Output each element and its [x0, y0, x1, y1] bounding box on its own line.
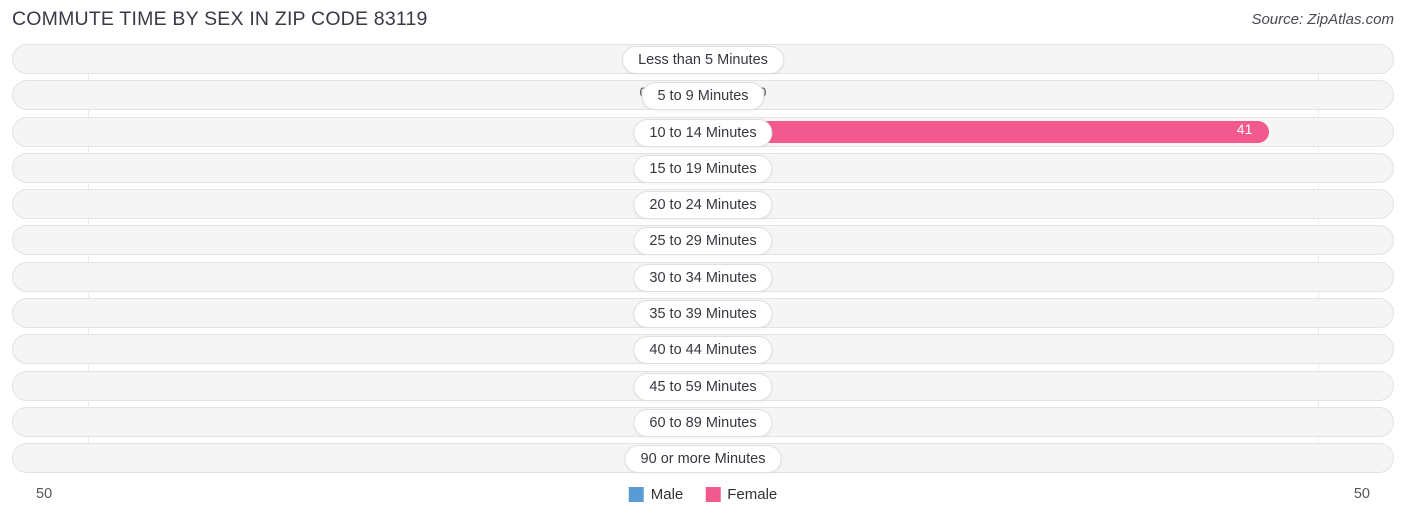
category-label: 5 to 9 Minutes — [641, 82, 765, 111]
bar-wrap: 0060 to 89 Minutes — [13, 408, 1393, 437]
bar-row[interactable]: 0035 to 39 Minutes — [12, 298, 1394, 329]
bar-row[interactable]: 0040 to 44 Minutes — [12, 334, 1394, 365]
bar-row[interactable]: 005 to 9 Minutes — [12, 80, 1394, 111]
bar-row[interactable]: 0020 to 24 Minutes — [12, 189, 1394, 220]
chart-plot-area: 00Less than 5 Minutes005 to 9 Minutes041… — [0, 44, 1406, 478]
bar-rows: 00Less than 5 Minutes005 to 9 Minutes041… — [0, 44, 1406, 480]
axis-tick-left: 50 — [36, 486, 53, 502]
value-label-female: 41 — [1236, 120, 1253, 137]
bar-wrap: 0030 to 34 Minutes — [13, 263, 1393, 292]
source-attribution: Source: ZipAtlas.com — [1251, 11, 1394, 28]
category-label: 10 to 14 Minutes — [633, 118, 773, 147]
axis-tick-right: 50 — [1353, 486, 1370, 502]
bar-wrap: 005 to 9 Minutes — [13, 81, 1393, 111]
bar-row[interactable]: 0060 to 89 Minutes — [12, 406, 1394, 437]
bar-row[interactable]: 0015 to 19 Minutes — [12, 152, 1394, 183]
bar-wrap: 0040 to 44 Minutes — [13, 335, 1393, 365]
legend-swatch-female-icon — [705, 487, 721, 502]
chart-footer: 50 Male Female 50 — [0, 478, 1406, 518]
legend-swatch-male-icon — [628, 487, 644, 502]
category-label: 35 to 39 Minutes — [633, 300, 773, 329]
chart-header: COMMUTE TIME BY SEX IN ZIP CODE 83119 So… — [0, 0, 1406, 40]
category-label: 40 to 44 Minutes — [633, 336, 773, 365]
bar-wrap: 00Less than 5 Minutes — [13, 45, 1393, 74]
category-label: 15 to 19 Minutes — [633, 154, 773, 183]
category-label: 30 to 34 Minutes — [633, 263, 773, 292]
page-title: COMMUTE TIME BY SEX IN ZIP CODE 83119 — [12, 8, 428, 30]
legend-item-male[interactable]: Male — [628, 486, 684, 503]
category-label: Less than 5 Minutes — [622, 46, 784, 74]
bar-wrap: 0090 or more Minutes — [13, 444, 1393, 474]
category-label: 90 or more Minutes — [624, 445, 782, 474]
bar-row[interactable]: 0090 or more Minutes — [12, 443, 1394, 474]
category-label: 45 to 59 Minutes — [633, 372, 773, 401]
legend-label-female: Female — [727, 486, 778, 503]
category-label: 60 to 89 Minutes — [633, 408, 773, 437]
legend-item-female[interactable]: Female — [705, 486, 777, 503]
bar-row[interactable]: 00Less than 5 Minutes — [12, 44, 1394, 74]
bar-wrap: 0045 to 59 Minutes — [13, 372, 1393, 401]
chart-legend: Male Female — [628, 486, 777, 503]
bar-wrap: 04110 to 14 Minutes — [13, 118, 1393, 147]
bar-wrap: 0035 to 39 Minutes — [13, 299, 1393, 329]
legend-label-male: Male — [650, 486, 684, 503]
bar-wrap: 0020 to 24 Minutes — [13, 190, 1393, 220]
bar-female[interactable] — [703, 120, 1269, 143]
bar-wrap: 0025 to 29 Minutes — [13, 226, 1393, 256]
category-label: 20 to 24 Minutes — [633, 191, 773, 220]
category-label: 25 to 29 Minutes — [633, 227, 773, 256]
bar-row[interactable]: 0030 to 34 Minutes — [12, 261, 1394, 292]
bar-wrap: 0015 to 19 Minutes — [13, 154, 1393, 183]
bar-row[interactable]: 0045 to 59 Minutes — [12, 370, 1394, 401]
bar-row[interactable]: 04110 to 14 Minutes — [12, 116, 1394, 147]
bar-row[interactable]: 0025 to 29 Minutes — [12, 225, 1394, 256]
